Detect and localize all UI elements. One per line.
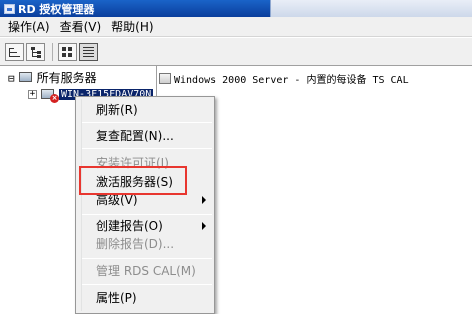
- collapse-icon[interactable]: ⊟: [8, 72, 15, 84]
- highlight-box: [79, 166, 187, 195]
- server-error-icon: ×: [40, 88, 59, 103]
- submenu-arrow-icon: [202, 222, 206, 230]
- tree-root-row[interactable]: ⊟ 所有服务器: [8, 69, 97, 85]
- license-icon: [159, 72, 171, 84]
- title-bar: RD 授权管理器: [0, 0, 472, 17]
- menu-item-manage-rds-cal[interactable]: 管理 RDS CAL(M): [96, 261, 196, 281]
- title-bar-right-area: [270, 0, 472, 17]
- menu-separator: [82, 284, 212, 285]
- toolbar-separator: [52, 42, 53, 61]
- tree-icon[interactable]: [26, 42, 45, 61]
- menu-item-review-config[interactable]: 复查配置(N)...: [96, 126, 174, 146]
- menu-item-refresh[interactable]: 刷新(R): [96, 100, 138, 120]
- submenu-arrow-icon: [202, 196, 206, 204]
- toolbar: [0, 38, 472, 66]
- menu-action[interactable]: 操作(A): [3, 18, 55, 35]
- menu-item-create-report[interactable]: 创建报告(O): [96, 216, 163, 236]
- menu-separator: [82, 258, 212, 259]
- list-view-icon[interactable]: [79, 42, 98, 61]
- menu-item-properties[interactable]: 属性(P): [96, 288, 137, 308]
- detail-view-icon[interactable]: [58, 42, 77, 61]
- context-menu: 刷新(R) 复查配置(N)... 安装许可证(I) 激活服务器(S) 高级(V)…: [75, 96, 215, 314]
- server-group-icon: [18, 71, 34, 84]
- menu-bar: 操作(A) 查看(V) 帮助(H): [0, 17, 472, 37]
- window-title: RD 授权管理器: [18, 2, 95, 16]
- menu-help[interactable]: 帮助(H): [106, 18, 158, 35]
- menu-separator: [82, 214, 212, 215]
- menu-separator: [82, 122, 212, 123]
- expand-icon[interactable]: +: [28, 89, 37, 99]
- back-forward-icon[interactable]: [5, 42, 24, 61]
- menu-view[interactable]: 查看(V): [55, 18, 107, 35]
- list-item-text: Windows 2000 Server - 内置的每设备 TS CAL: [174, 74, 409, 86]
- menu-item-delete-report[interactable]: 删除报告(D)...: [96, 234, 174, 254]
- list-item[interactable]: Windows 2000 Server - 内置的每设备 TS CAL: [159, 70, 409, 86]
- menu-separator: [82, 148, 212, 149]
- app-icon: [4, 3, 15, 14]
- tree-root-label[interactable]: 所有服务器: [37, 69, 97, 86]
